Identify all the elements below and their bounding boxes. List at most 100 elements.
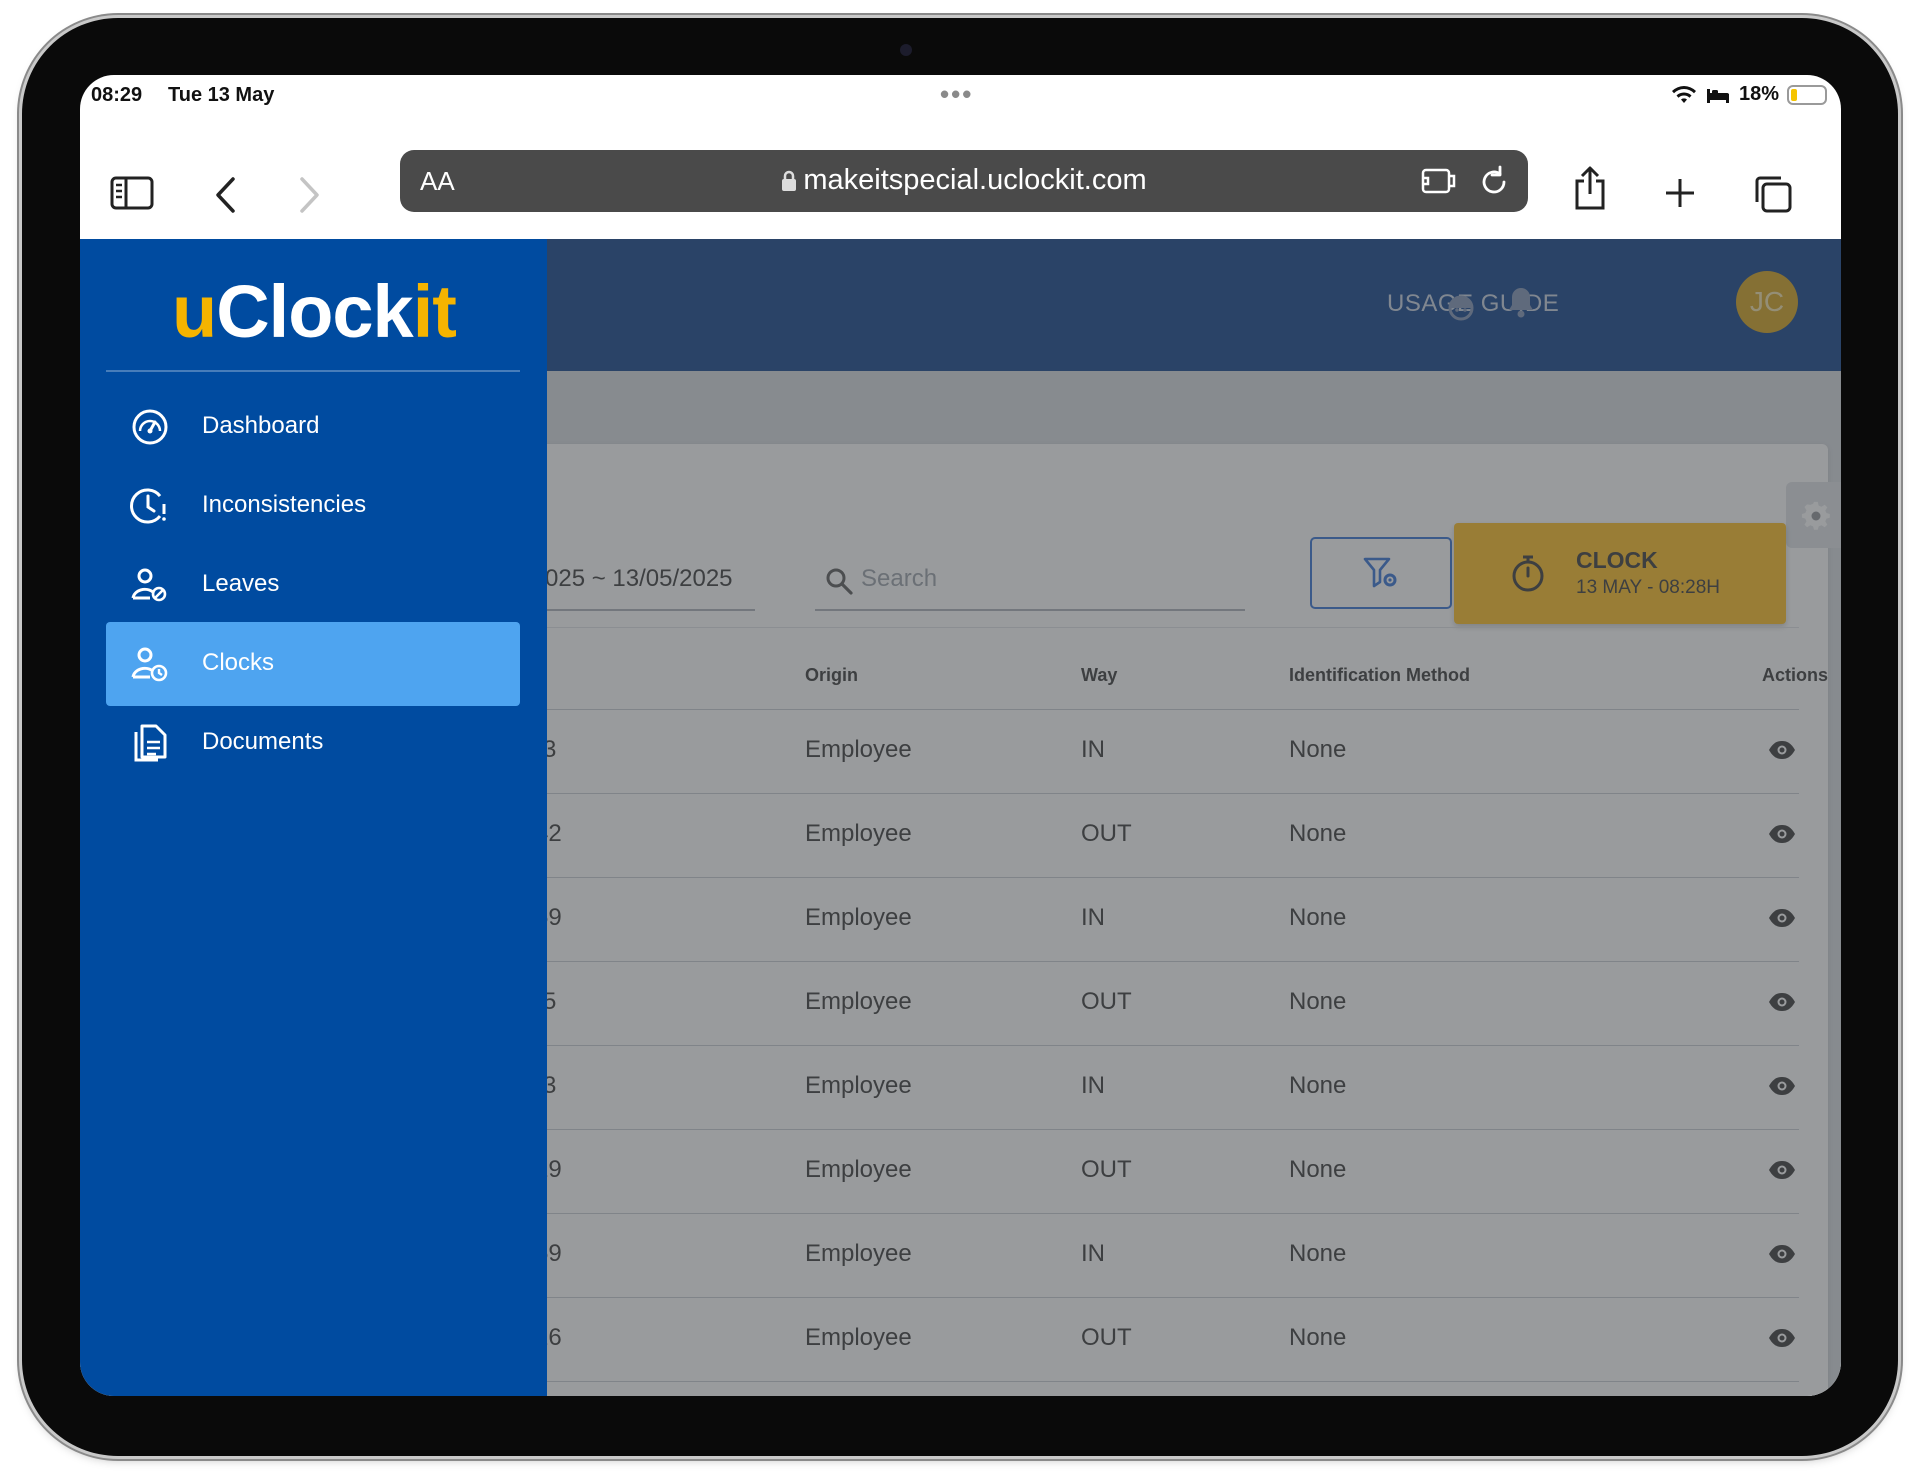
view-eye-icon[interactable]: [1768, 1244, 1796, 1269]
view-eye-icon[interactable]: [1768, 740, 1796, 765]
status-date: Tue 13 May: [168, 84, 275, 106]
sidebar-item-label: Dashboard: [202, 412, 320, 439]
sidebar-item-leaves[interactable]: Leaves: [106, 543, 520, 627]
cell-identification-method: None: [1289, 904, 1347, 931]
table-top-divider: [533, 627, 1799, 628]
multitasking-dots[interactable]: •••: [940, 79, 973, 110]
cell-way: IN: [1081, 1240, 1105, 1267]
column-header-origin[interactable]: Origin: [805, 665, 858, 686]
table-row[interactable]: 19 Employee OUT None: [533, 1130, 1799, 1214]
battery-percent: 18%: [1738, 83, 1779, 105]
logo-part-clock: Clock: [216, 270, 414, 353]
url-text: makeitspecial.uclockit.com: [803, 164, 1147, 196]
battery-level: [1791, 88, 1797, 101]
table-row[interactable]: 26 Employee OUT None: [533, 1298, 1799, 1382]
support-icon[interactable]: [1445, 291, 1477, 323]
column-header-way[interactable]: Way: [1081, 665, 1117, 686]
notifications-bell-icon[interactable]: [1506, 285, 1536, 319]
cell-identification-method: None: [1289, 988, 1347, 1015]
cell-way: IN: [1081, 904, 1105, 931]
logo-part-it: it: [412, 270, 457, 353]
date-range-field[interactable]: 025 ~ 13/05/2025: [545, 565, 733, 593]
clock-button[interactable]: CLOCK 13 MAY - 08:28H: [1454, 523, 1786, 624]
reload-icon[interactable]: [1478, 164, 1510, 198]
table-row[interactable]: )3EmployeeINNone: [533, 1046, 1799, 1130]
cell-way: OUT: [1081, 820, 1132, 847]
view-eye-icon[interactable]: [1768, 1328, 1796, 1353]
cell-identification-method: None: [1289, 1240, 1347, 1267]
cell-way: IN: [1081, 1072, 1105, 1099]
sidebar-toggle-icon[interactable]: [110, 175, 154, 211]
cell-identification-method: None: [1289, 1156, 1347, 1183]
url-display[interactable]: makeitspecial.uclockit.com: [400, 164, 1528, 197]
table-row[interactable]: 42 Employee OUT None: [533, 794, 1799, 878]
search-underline: [815, 609, 1245, 611]
clock-alert-icon: [130, 486, 170, 531]
new-tab-icon[interactable]: [1662, 175, 1698, 211]
cell-identification-method: None: [1289, 736, 1347, 763]
view-eye-icon[interactable]: [1768, 824, 1796, 849]
cell-origin: Employee: [805, 904, 912, 931]
stopwatch-icon: [1512, 555, 1544, 592]
logo-divider: [106, 370, 520, 372]
view-eye-icon[interactable]: [1768, 1160, 1796, 1185]
table-row[interactable]: )3EmployeeINNone: [533, 710, 1799, 794]
cell-origin: Employee: [805, 1240, 912, 1267]
cell-identification-method: None: [1289, 820, 1347, 847]
cell-origin: Employee: [805, 736, 912, 763]
tabs-overview-icon[interactable]: [1752, 173, 1794, 215]
date-range-underline: [535, 609, 755, 611]
table-row[interactable]: 59 Employee IN None: [533, 878, 1799, 962]
logo-part-u: u: [172, 270, 217, 353]
battery-icon: [1787, 84, 1827, 105]
cell-origin: Employee: [805, 1324, 912, 1351]
dashboard-icon: [130, 407, 170, 452]
table-row[interactable]: )5EmployeeOUTNone: [533, 962, 1799, 1046]
back-icon[interactable]: [210, 175, 240, 215]
user-clock-icon: [130, 644, 170, 689]
filter-gear-icon: [1363, 557, 1397, 588]
share-icon[interactable]: [1570, 163, 1610, 213]
user-leave-icon: [130, 565, 170, 610]
view-eye-icon[interactable]: [1768, 992, 1796, 1017]
cell-way: OUT: [1081, 1156, 1132, 1183]
cell-origin: Employee: [805, 1072, 912, 1099]
address-bar[interactable]: AA makeitspecial.uclockit.com: [400, 150, 1528, 212]
cell-way: IN: [1081, 736, 1105, 763]
documents-icon: [130, 723, 170, 768]
sidebar-item-label: Documents: [202, 728, 324, 755]
sidebar-item-inconsistencies[interactable]: Inconsistencies: [106, 464, 520, 548]
device-screen: 08:29 Tue 13 May ••• 18% AA makeitspecia…: [80, 75, 1841, 1396]
clock-button-title: CLOCK: [1576, 547, 1658, 573]
sidebar-item-clocks[interactable]: Clocks: [106, 622, 520, 706]
uclockit-logo[interactable]: uClockit: [172, 269, 457, 354]
lock-icon: [782, 171, 797, 192]
status-bar: 08:29 Tue 13 May ••• 18%: [80, 75, 1841, 117]
extension-icon[interactable]: [1420, 165, 1458, 197]
sidebar-item-label: Leaves: [202, 570, 280, 597]
sleep-bed-icon: [1706, 88, 1729, 103]
view-eye-icon[interactable]: [1768, 908, 1796, 933]
filter-settings-button[interactable]: [1310, 537, 1452, 609]
view-eye-icon[interactable]: [1768, 1076, 1796, 1101]
avatar[interactable]: JC: [1736, 271, 1798, 333]
cell-origin: Employee: [805, 988, 912, 1015]
search-placeholder: Search: [861, 565, 938, 592]
front-camera: [900, 44, 912, 56]
sidebar-drawer: uClockit Dashboard Inconsistencies Leaves C…: [80, 239, 547, 1396]
status-time: 08:29: [91, 84, 143, 106]
cell-identification-method: None: [1289, 1324, 1347, 1351]
clock-button-subtitle: 13 MAY - 08:28H: [1576, 577, 1720, 598]
cell-origin: Employee: [805, 1156, 912, 1183]
wifi-icon: [1671, 85, 1696, 103]
cell-identification-method: None: [1289, 1072, 1347, 1099]
sidebar-item-dashboard[interactable]: Dashboard: [106, 385, 520, 469]
column-header-identification-method[interactable]: Identification Method: [1289, 665, 1470, 686]
cell-way: OUT: [1081, 988, 1132, 1015]
settings-gear-tab[interactable]: [1786, 482, 1841, 548]
sidebar-item-documents[interactable]: Documents: [106, 701, 520, 785]
column-header-actions: Actions: [1762, 665, 1829, 685]
search-icon: [826, 568, 853, 595]
forward-icon[interactable]: [295, 175, 325, 215]
table-row[interactable]: 59 Employee IN None: [533, 1214, 1799, 1298]
